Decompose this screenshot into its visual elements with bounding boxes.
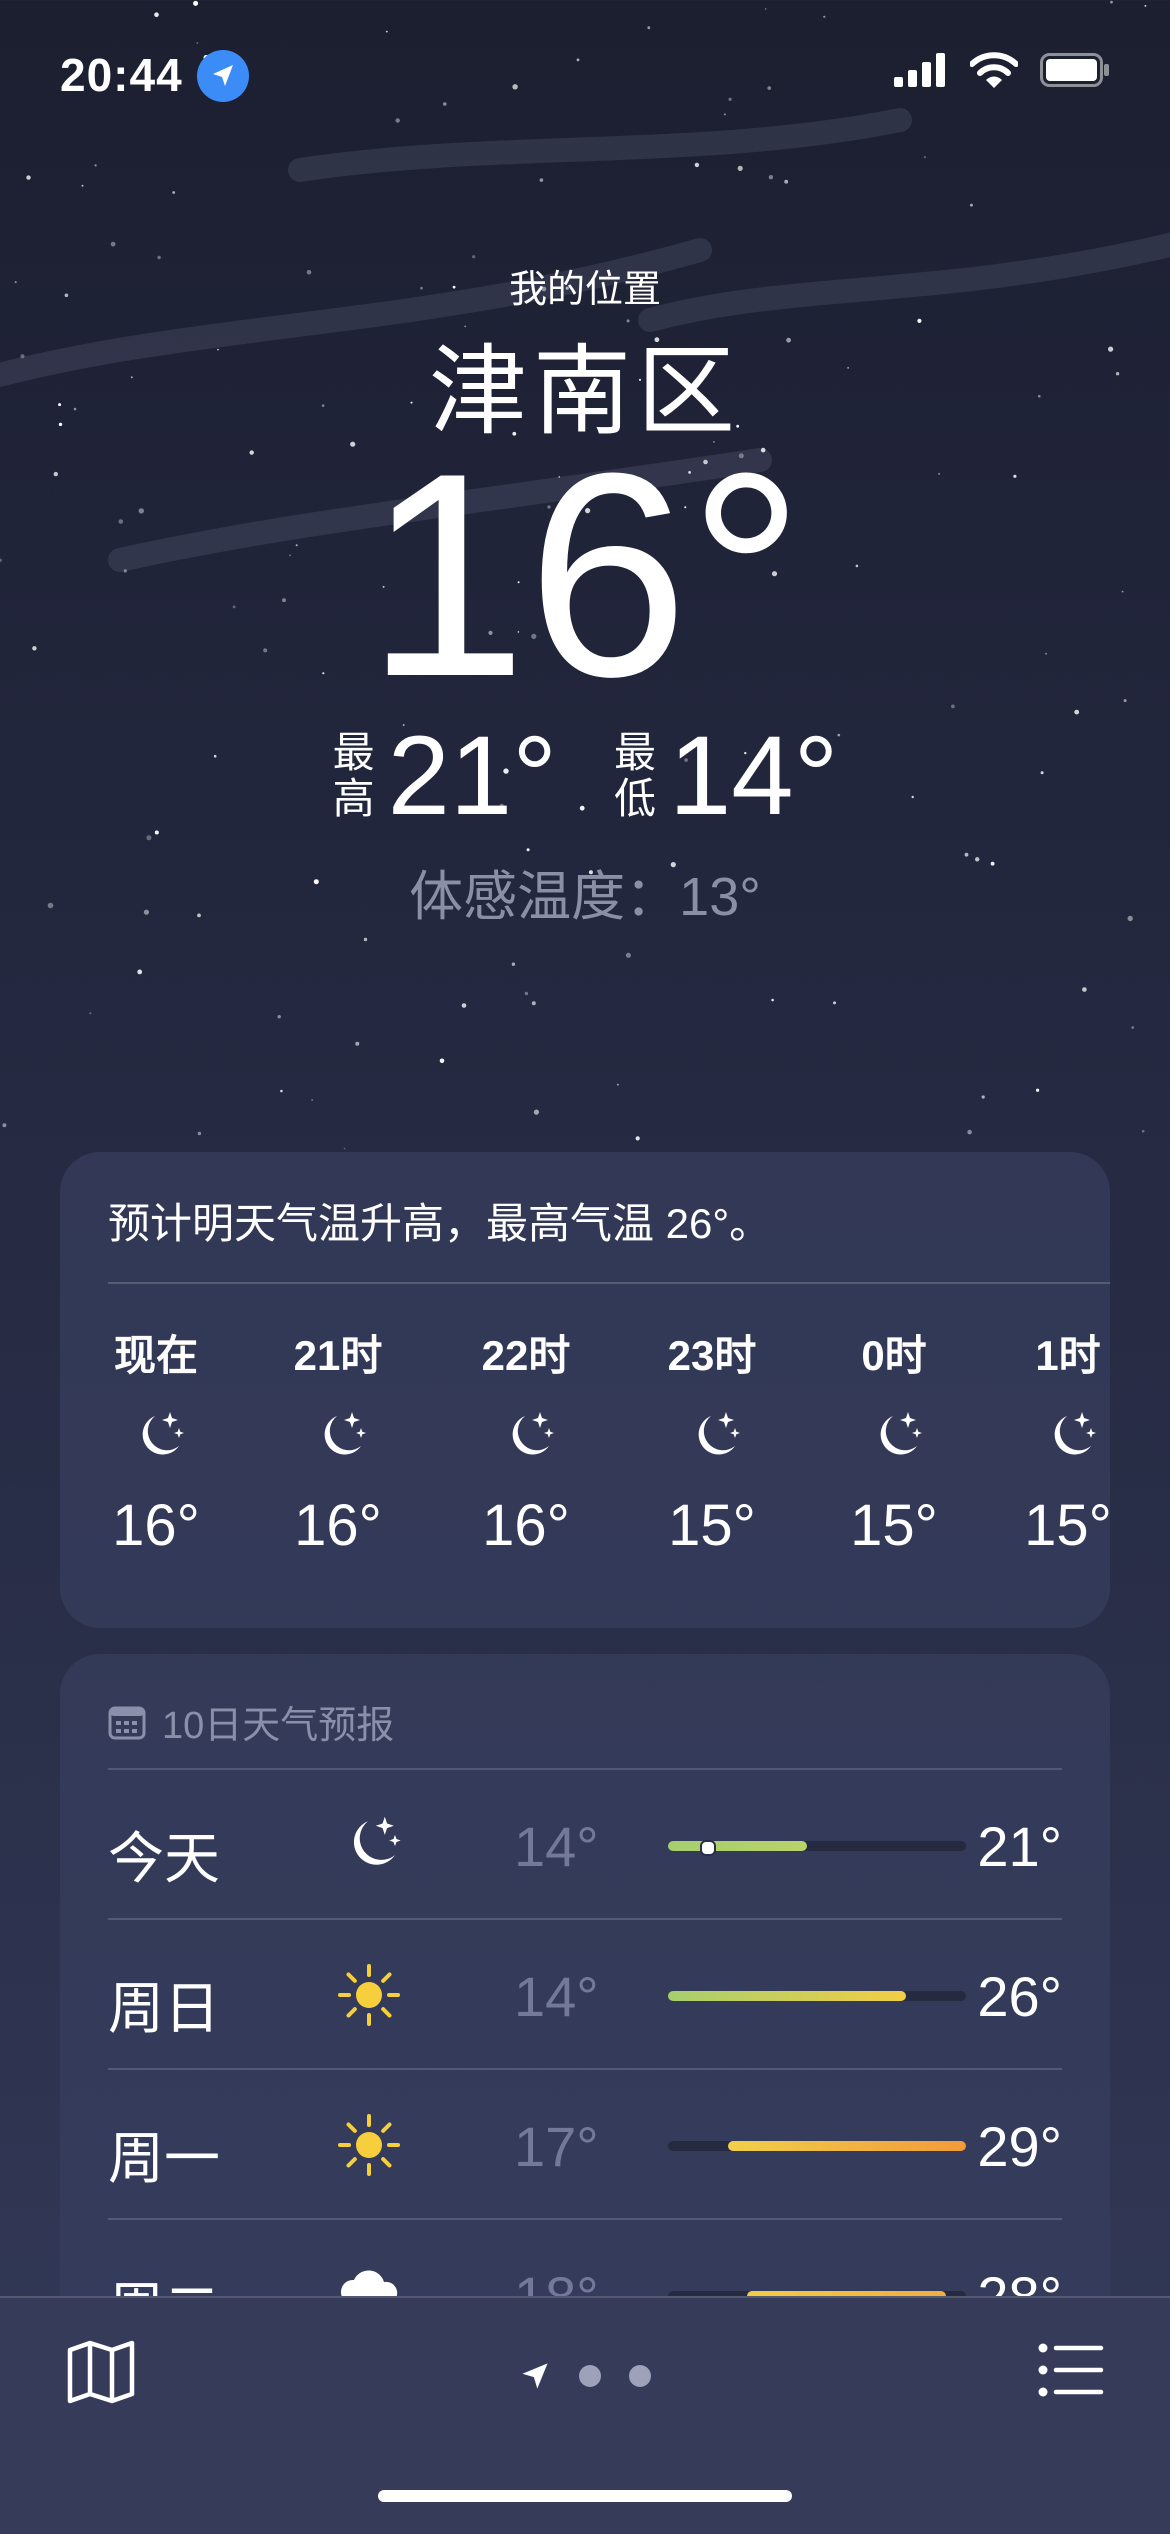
feels-like-temperature: 体感温度：13° <box>409 867 761 927</box>
moon-stars-icon <box>880 1412 922 1455</box>
calendar-icon <box>108 1706 146 1739</box>
hourly-item: 22时 16° <box>436 1322 616 1559</box>
forecast-day: 周日 <box>108 1977 220 2040</box>
hour-temperature: 15° <box>1024 1493 1110 1558</box>
forecast-low: 14° <box>514 1965 599 2028</box>
forecast-summary: 预计明天气温升高，最高气温 26°。 <box>108 1200 772 1247</box>
forecast-header: 10日天气预报 <box>108 1694 394 1749</box>
low-temperature: 14° <box>669 713 839 838</box>
current-temperature-dot <box>699 1840 716 1856</box>
hourly-item: 现在 16° <box>66 1322 246 1559</box>
current-temperature: 16° <box>365 413 805 737</box>
hour-label: 22时 <box>481 1332 571 1379</box>
temperature-range-fill <box>668 1841 808 1851</box>
divider <box>108 1918 1062 1920</box>
temperature-range-bar <box>668 1991 966 2001</box>
hourly-item: 1时 15° <box>978 1322 1110 1559</box>
temperature-range-fill <box>727 2141 966 2151</box>
hourly-item: 21时 16° <box>248 1322 428 1559</box>
hour-label: 1时 <box>1035 1332 1101 1379</box>
my-location-label: 我的位置 <box>508 269 661 311</box>
home-indicator[interactable] <box>378 2490 792 2502</box>
cellular-signal-icon <box>894 53 945 87</box>
forecast-high: 21° <box>977 1815 1062 1878</box>
forecast-low: 17° <box>514 2115 599 2178</box>
hourly-forecast-card[interactable]: 预计明天气温升高，最高气温 26°。 现在 16° 21时 16° 22时 16… <box>60 1152 1110 1628</box>
moon-stars-icon <box>353 1816 401 1865</box>
status-time: 20:44 <box>60 49 183 101</box>
forecast-high: 26° <box>977 1965 1062 2028</box>
forecast-row[interactable]: 周一 17° 29° <box>108 2068 1062 2218</box>
list-icon[interactable] <box>1038 2342 1104 2398</box>
high-label: 最高 <box>332 729 375 822</box>
divider <box>108 1768 1062 1770</box>
temperature-range-bar <box>668 1840 966 1856</box>
forecast-low: 14° <box>514 1815 599 1878</box>
divider <box>108 2068 1062 2070</box>
forecast-high: 29° <box>977 2115 1062 2178</box>
page-indicator[interactable] <box>0 2360 1170 2392</box>
hour-temperature: 15° <box>668 1493 756 1558</box>
hour-label: 0时 <box>861 1332 927 1379</box>
current-location-icon[interactable] <box>519 2360 551 2392</box>
low-label: 最低 <box>613 729 656 822</box>
forecast-day: 今天 <box>108 1827 220 1890</box>
hour-temperature: 16° <box>112 1493 200 1558</box>
hourly-item: 23时 15° <box>622 1322 802 1559</box>
high-low-temperatures: 最高 21° 最低 14° <box>0 720 1170 832</box>
page-dot[interactable] <box>579 2365 601 2387</box>
status-bar: 20:44 <box>60 40 1110 110</box>
forecast-title: 10日天气预报 <box>162 1705 395 1747</box>
hour-label: 23时 <box>667 1332 757 1379</box>
moon-stars-icon <box>512 1412 554 1455</box>
sun-icon <box>338 2114 400 2176</box>
temperature-range-bar <box>668 2141 966 2151</box>
divider <box>108 2218 1062 2220</box>
page-dot[interactable] <box>629 2365 651 2387</box>
forecast-row[interactable]: 今天 14° 21° <box>108 1768 1062 1918</box>
hour-temperature: 16° <box>482 1493 570 1558</box>
battery-icon <box>1040 53 1109 87</box>
wifi-icon <box>970 52 1018 88</box>
hourly-list[interactable]: 现在 16° 21时 16° 22时 16° 23时 15° 0时 15° 1时… <box>108 1322 1110 1622</box>
moon-stars-icon <box>1054 1412 1096 1455</box>
hour-temperature: 15° <box>850 1493 938 1558</box>
hour-label: 21时 <box>293 1332 383 1379</box>
high-temperature: 21° <box>387 713 557 838</box>
divider <box>108 1282 1110 1284</box>
location-services-icon <box>197 50 249 102</box>
hour-temperature: 16° <box>294 1493 382 1558</box>
temperature-range-fill <box>668 1991 907 2001</box>
hourly-item: 0时 15° <box>804 1322 984 1559</box>
sun-icon <box>338 1964 400 2026</box>
forecast-row[interactable]: 周日 14° 26° <box>108 1918 1062 2068</box>
moon-stars-icon <box>324 1412 366 1455</box>
forecast-day: 周一 <box>108 2127 220 2190</box>
moon-stars-icon <box>142 1412 184 1455</box>
hour-label: 现在 <box>113 1332 198 1379</box>
moon-stars-icon <box>698 1412 740 1455</box>
